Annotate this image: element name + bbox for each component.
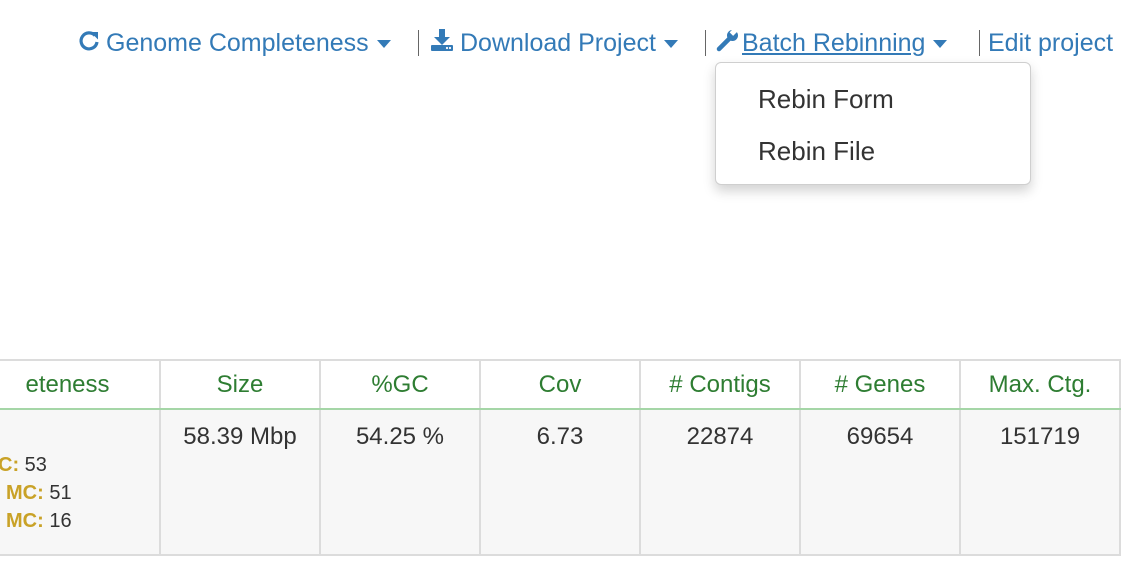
completeness-entry: MC: 16 <box>6 510 72 532</box>
download-project-label: Download Project <box>460 29 656 57</box>
contigs-cell: 22874 <box>639 408 801 556</box>
refresh-icon <box>78 27 100 61</box>
completeness-cell: C: 53 MC: 51 MC: 16 <box>0 408 161 556</box>
download-icon <box>430 27 454 61</box>
batch-rebinning-menu: Rebin Form Rebin File <box>715 62 1031 185</box>
cov-cell: 6.73 <box>479 408 641 556</box>
max-ctg-cell: 151719 <box>959 408 1121 556</box>
column-header-genes[interactable]: # Genes <box>799 359 961 410</box>
column-header-max-ctg[interactable]: Max. Ctg. <box>959 359 1121 410</box>
genome-completeness-label: Genome Completeness <box>106 29 369 57</box>
batch-rebinning-label: Batch Rebinning <box>742 29 926 57</box>
toolbar-separator <box>979 30 980 56</box>
genes-cell: 69654 <box>799 408 961 556</box>
wrench-icon <box>716 27 740 61</box>
menu-item-rebin-form[interactable]: Rebin Form <box>758 83 894 115</box>
column-header-completeness[interactable]: eteness <box>0 359 161 410</box>
edit-project-label: Edit project <box>988 29 1114 57</box>
bin-stats-table: eteness Size %GC Cov # Contigs # Genes M… <box>0 359 1121 556</box>
column-header-contigs[interactable]: # Contigs <box>639 359 801 410</box>
chevron-down-icon <box>663 40 678 49</box>
gc-cell: 54.25 % <box>319 408 481 556</box>
project-toolbar: Genome Completeness Download Project Bat… <box>0 26 1144 60</box>
size-cell: 58.39 Mbp <box>159 408 321 556</box>
column-header-size[interactable]: Size <box>159 359 321 410</box>
toolbar-separator <box>418 30 419 56</box>
completeness-entry: MC: 51 <box>6 482 72 504</box>
column-header-cov[interactable]: Cov <box>479 359 641 410</box>
toolbar-separator <box>705 30 706 56</box>
menu-item-rebin-file[interactable]: Rebin File <box>758 135 875 167</box>
table-header-row: eteness Size %GC Cov # Contigs # Genes M… <box>0 359 1121 410</box>
chevron-down-icon <box>376 40 391 49</box>
edit-project-link[interactable]: Edit project <box>988 26 1113 60</box>
column-header-gc[interactable]: %GC <box>319 359 481 410</box>
chevron-down-icon <box>933 40 948 49</box>
table-row: C: 53 MC: 51 MC: 16 58.39 Mbp 54.25 % 6.… <box>0 408 1121 556</box>
completeness-entry: C: 53 <box>0 454 47 476</box>
genome-completeness-button[interactable]: Genome Completeness <box>78 26 391 60</box>
download-project-button[interactable]: Download Project <box>430 26 678 60</box>
batch-rebinning-button[interactable]: Batch Rebinning <box>716 26 948 61</box>
